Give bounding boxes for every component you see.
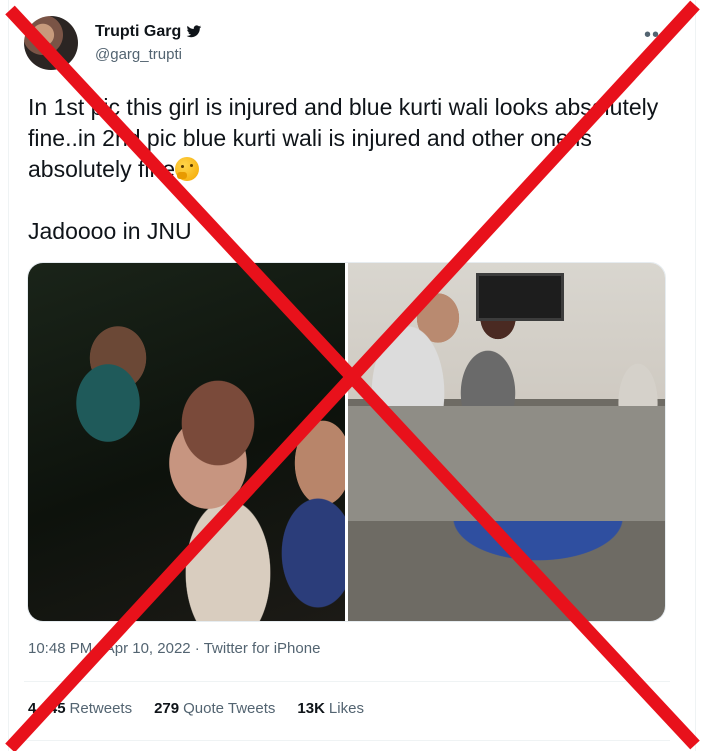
quote-tweets-stat[interactable]: 279 Quote Tweets: [154, 700, 275, 717]
tweet-body: In 1st pic this girl is injured and blue…: [28, 94, 665, 182]
tweet-meta: 10:48 PM · Apr 10, 2022 · Twitter for iP…: [28, 640, 320, 657]
author-name-row[interactable]: Trupti Garg: [95, 23, 202, 41]
divider: [24, 681, 670, 682]
tweet-source: Twitter for iPhone: [203, 640, 321, 657]
likes-count: 13K: [297, 700, 325, 717]
tweet-body-line2: Jadoooo in JNU: [28, 218, 192, 244]
quotes-count: 279: [154, 700, 180, 717]
avatar[interactable]: [24, 16, 78, 70]
tweet-stats: 4,445 Retweets 279 Quote Tweets 13K Likes: [28, 700, 364, 717]
divider-bottom: [24, 740, 670, 741]
wall-poster: [476, 273, 564, 321]
tweet-time[interactable]: 10:48 PM: [28, 640, 92, 657]
retweets-label: Retweets: [69, 700, 133, 717]
quotes-label: Quote Tweets: [183, 700, 276, 717]
author-name[interactable]: Trupti Garg: [95, 23, 181, 41]
likes-stat[interactable]: 13K Likes: [297, 700, 364, 717]
retweets-count: 4,445: [28, 700, 66, 717]
twitter-bird-icon: [186, 25, 202, 38]
thinking-face-emoji: [175, 157, 200, 181]
tweet-media[interactable]: [27, 262, 666, 622]
likes-label: Likes: [328, 700, 364, 717]
meta-separator-2: ·: [190, 640, 204, 657]
tweet-date[interactable]: Apr 10, 2022: [105, 640, 191, 657]
meta-separator: ·: [92, 640, 105, 657]
more-options-icon[interactable]: •••: [644, 24, 668, 47]
retweets-stat[interactable]: 4,445 Retweets: [28, 700, 132, 717]
photo-2[interactable]: [348, 263, 665, 621]
photo-1[interactable]: [28, 263, 345, 621]
tweet-text: In 1st pic this girl is injured and blue…: [28, 92, 668, 247]
author-handle[interactable]: @garg_trupti: [95, 46, 182, 63]
